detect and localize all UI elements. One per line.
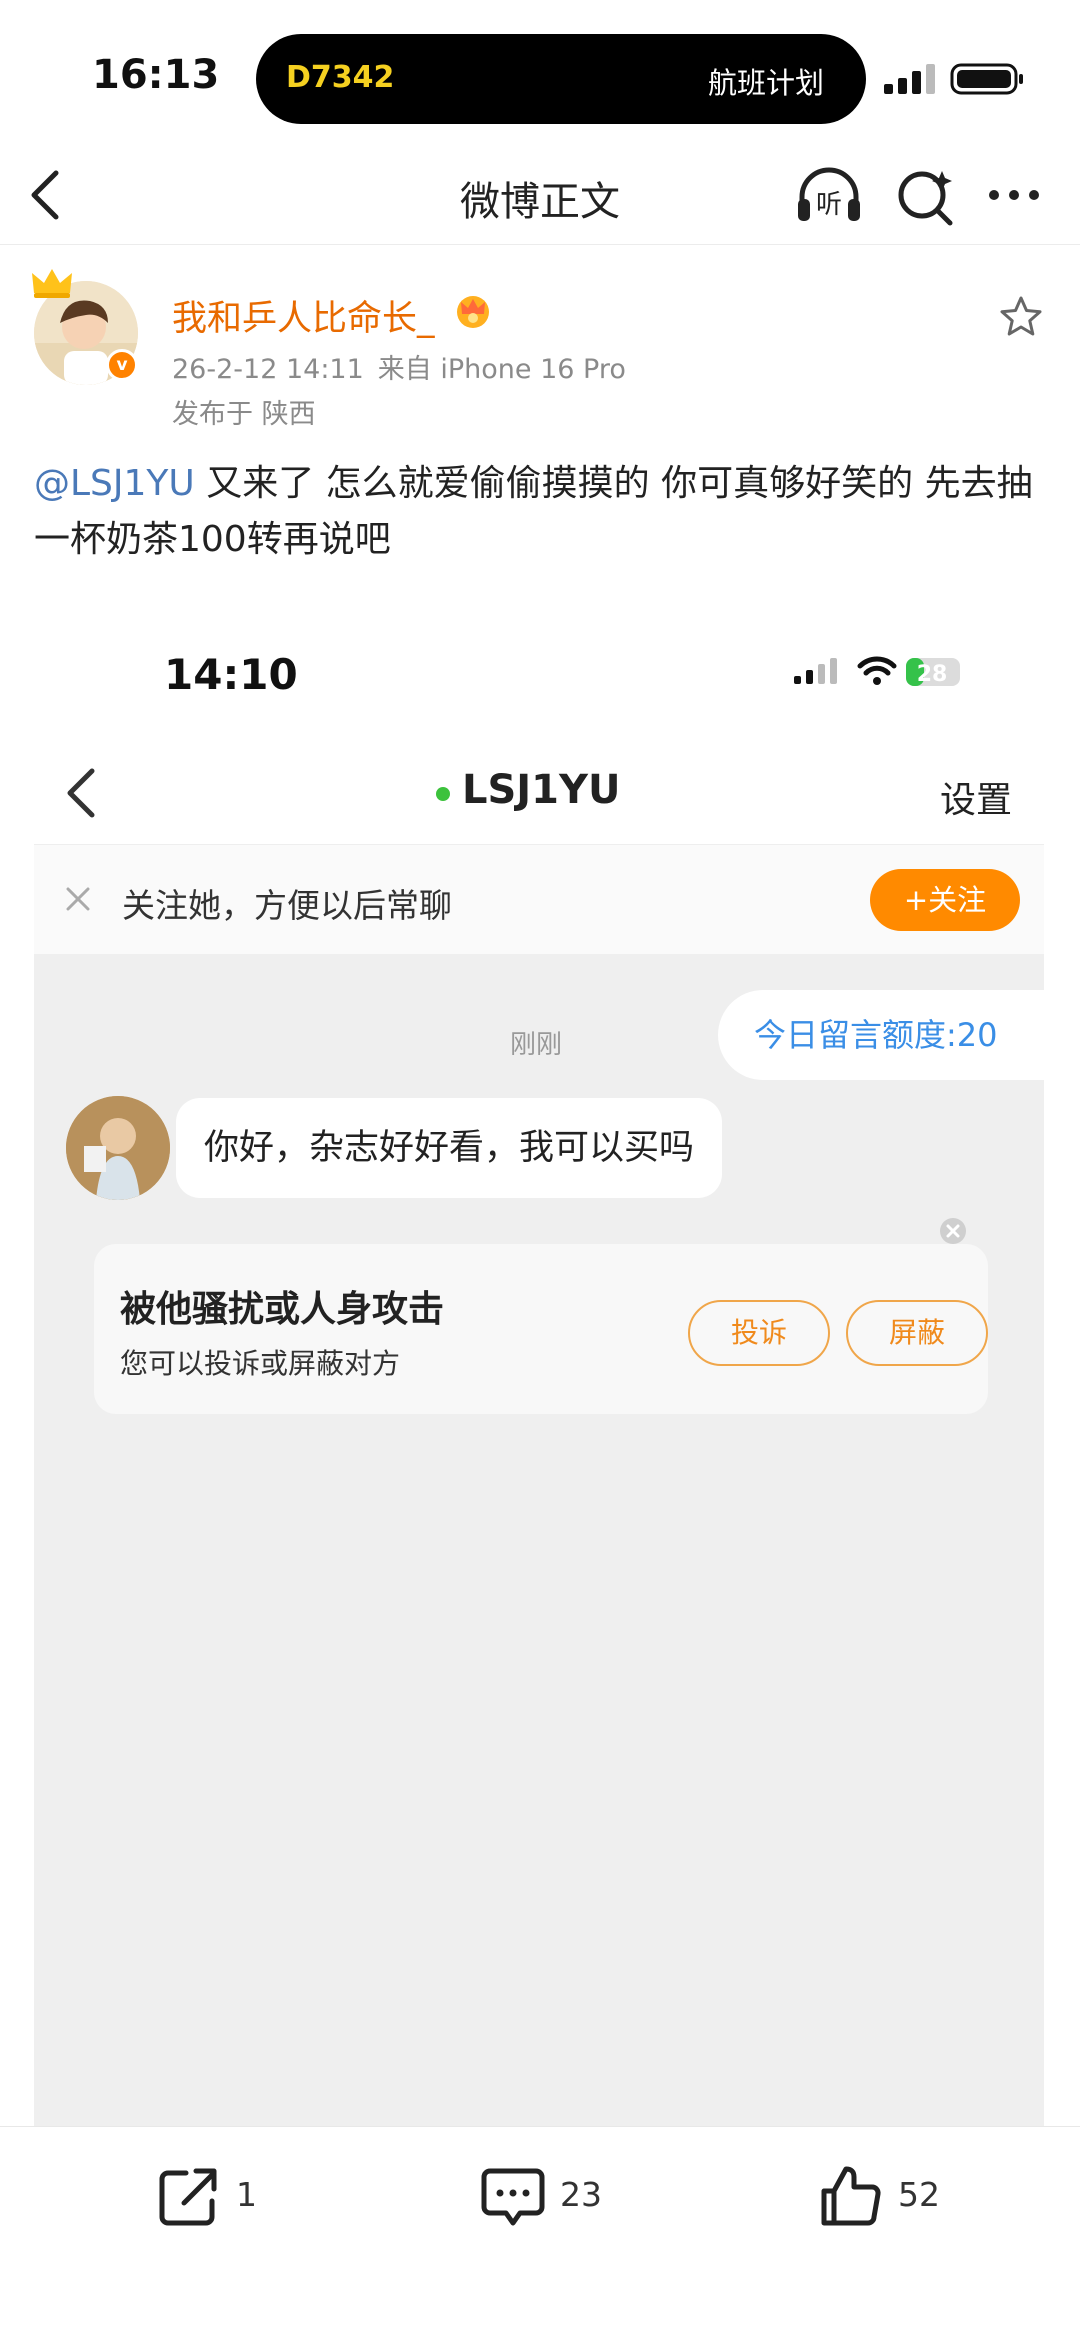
post-time: 26-2-12 14:11 xyxy=(172,354,364,385)
more-options-icon[interactable] xyxy=(984,173,1044,217)
crown-icon xyxy=(32,269,72,298)
post-location: 发布于 陕西 xyxy=(172,399,316,430)
follow-button[interactable]: +关注 xyxy=(870,869,1020,931)
svg-text:听: 听 xyxy=(816,190,842,220)
verified-badge-icon: v xyxy=(106,349,138,381)
like-count: 52 xyxy=(898,2175,940,2214)
top-nav-bar: 微博正文 听 xyxy=(0,145,1080,245)
image-status-time: 14:10 xyxy=(164,650,298,699)
post-image[interactable]: 14:10 28 LSJ1YU 设置 关注她，方便以后常聊 +关注 今日留言额度… xyxy=(34,600,1044,2130)
image-wifi-icon xyxy=(857,656,897,685)
vip-crown-badge-icon xyxy=(457,296,489,328)
chat-title: LSJ1YU xyxy=(462,767,621,813)
battery-icon xyxy=(950,63,1023,95)
incoming-message-bubble[interactable]: 你好，杂志好好看，我可以买吗 xyxy=(176,1098,723,1198)
repost-icon xyxy=(159,2168,217,2226)
follow-prompt-text: 关注她，方便以后常聊 xyxy=(122,886,452,925)
online-status-dot xyxy=(436,787,450,801)
sender-avatar[interactable] xyxy=(66,1096,170,1200)
search-sparkle-icon[interactable] xyxy=(894,165,956,227)
message-timestamp: 刚刚 xyxy=(510,1030,563,1060)
follow-prompt-bar: 关注她，方便以后常聊 +关注 xyxy=(34,844,1044,954)
sender-portrait-icon xyxy=(66,1096,170,1200)
image-signal-icon xyxy=(794,658,837,684)
dynamic-island[interactable]: D7342 航班计划 xyxy=(256,34,866,124)
dismiss-card-icon[interactable] xyxy=(938,1216,968,1246)
report-subtitle: 您可以投诉或屏蔽对方 xyxy=(120,1347,401,1380)
complain-button[interactable]: 投诉 xyxy=(688,1300,830,1366)
post-body: @LSJ1YU 又来了 怎么就爱偷偷摸摸的 你可真够好笑的 先去抽一杯奶茶100… xyxy=(34,456,1044,568)
mention-link[interactable]: @LSJ1YU xyxy=(34,463,195,504)
repost-count: 1 xyxy=(236,2175,257,2214)
chat-area: 今日留言额度:20 刚刚 你好，杂志好好看，我可以买吗 被他骚扰或人身攻击 您可… xyxy=(34,954,1044,2130)
author-avatar[interactable]: v xyxy=(30,265,142,389)
post-source: 来自 iPhone 16 Pro xyxy=(377,354,626,385)
listen-headphones-icon[interactable]: 听 xyxy=(794,163,864,227)
image-battery-level: 28 xyxy=(917,662,948,687)
thumbs-up-icon xyxy=(821,2166,881,2226)
status-time: 16:13 xyxy=(92,52,220,98)
message-quota-badge: 今日留言额度:20 xyxy=(718,990,1044,1080)
chat-back-icon[interactable] xyxy=(60,765,104,821)
chat-settings-button[interactable]: 设置 xyxy=(940,771,1012,823)
flight-plan-label: 航班计划 xyxy=(707,66,824,100)
report-title: 被他骚扰或人身攻击 xyxy=(120,1289,445,1330)
status-bar: 16:13 D7342 航班计划 xyxy=(0,0,1080,140)
flight-number: D7342 xyxy=(286,60,395,95)
post-action-bar: 1 23 52 xyxy=(0,2126,1080,2347)
chat-header: LSJ1YU 设置 xyxy=(34,735,1044,845)
harassment-report-card: 被他骚扰或人身攻击 您可以投诉或屏蔽对方 投诉 屏蔽 xyxy=(94,1244,988,1414)
comment-count: 23 xyxy=(560,2175,602,2214)
post-meta: 26-2-12 14:11 来自 iPhone 16 Pro xyxy=(172,347,626,386)
cellular-signal-icon xyxy=(884,64,935,94)
image-battery-icon: 28 xyxy=(906,658,960,687)
block-button[interactable]: 屏蔽 xyxy=(846,1300,988,1366)
author-name[interactable]: 我和乒人比命长_ xyxy=(172,290,435,341)
comment-icon xyxy=(481,2168,545,2226)
image-status-icons: 28 xyxy=(794,656,960,687)
favorite-star-icon[interactable] xyxy=(998,294,1044,340)
close-icon[interactable] xyxy=(62,883,94,915)
